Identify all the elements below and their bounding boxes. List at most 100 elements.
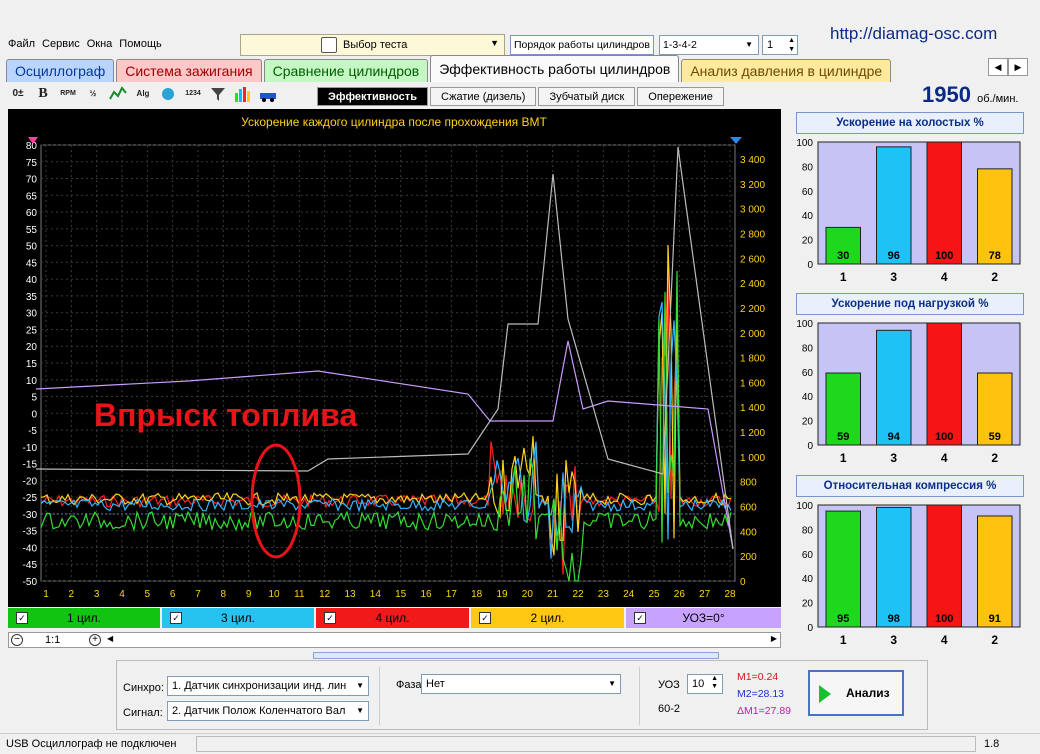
filter-icon[interactable] <box>208 84 228 104</box>
analyze-button[interactable]: Анализ <box>808 670 904 716</box>
menu-windows[interactable]: Окна <box>87 38 113 50</box>
right-axis-tick: 600 <box>740 503 757 514</box>
left-axis-tick: -20 <box>23 476 38 487</box>
channel-4-toggle[interactable]: ✓ 4 цил. <box>316 608 469 628</box>
left-axis-tick: -50 <box>23 577 38 588</box>
subtab-efficiency[interactable]: Эффективность <box>317 87 428 106</box>
ratio-icon[interactable]: ½ <box>83 84 103 104</box>
order-select[interactable]: 1-3-4-2 ▼ <box>659 35 759 55</box>
right-axis-tick: 1 600 <box>740 378 765 389</box>
spinner-arrows-icon[interactable]: ▲ ▼ <box>788 36 795 54</box>
left-axis-tick: -40 <box>23 543 38 554</box>
x-axis-tick: 12 <box>319 589 331 600</box>
x-axis-tick: 4 <box>119 589 125 600</box>
subtab-advance[interactable]: Опережение <box>637 87 724 106</box>
zoom-scroll-row: − 1:1 + ◀ ▶ <box>8 632 781 648</box>
engine-icon[interactable] <box>158 84 178 104</box>
status-bar: USB Осциллограф не подключен 1.8 <box>0 733 1040 754</box>
x-axis-tick: 20 <box>522 589 534 600</box>
channel-3-toggle[interactable]: ✓ 3 цил. <box>162 608 314 628</box>
bar-value: 30 <box>837 250 849 262</box>
checkbox-icon[interactable]: ✓ <box>16 612 28 624</box>
bar-axis-tick: 100 <box>796 501 813 512</box>
bar-axis-tick: 40 <box>802 392 814 403</box>
car-icon[interactable] <box>258 84 278 104</box>
spinner-value: 1 <box>767 39 774 51</box>
tab-cylinder-compare[interactable]: Сравнение цилиндров <box>263 59 429 82</box>
phase-label: Фаза <box>396 679 422 691</box>
efficiency-panel-2: Ускорение под нагрузкой % 100 80 60 40 20 0 59 1… <box>792 293 1028 471</box>
order-spinner[interactable]: 1 ▲ ▼ <box>762 35 798 55</box>
subtab-diesel[interactable]: Сжатие (дизель) <box>429 87 537 106</box>
x-axis-tick: 26 <box>674 589 686 600</box>
phase-select[interactable]: Нет ▼ <box>421 674 621 694</box>
alg-icon[interactable]: Alg <box>133 84 153 104</box>
menu-file[interactable]: Файл <box>8 38 35 50</box>
bar <box>926 322 962 446</box>
signal-select[interactable]: 2. Датчик Полож Коленчатого Вал ▼ <box>167 701 369 721</box>
x-axis-tick: 15 <box>395 589 407 600</box>
checkbox-icon[interactable]: ✓ <box>479 612 491 624</box>
right-marker-icon[interactable] <box>730 137 742 144</box>
bar-axis-tick: 0 <box>807 260 813 271</box>
uoz-spinner[interactable]: 10 ▲ ▼ <box>687 674 723 694</box>
subtab-gear[interactable]: Зубчатый диск <box>538 87 636 106</box>
tab-scroll-left-icon[interactable]: ◀ <box>988 58 1008 76</box>
rpm-icon[interactable]: RPM <box>58 84 78 104</box>
sync-label: Синхро: <box>123 682 164 694</box>
scroll-left-icon[interactable]: ◀ <box>107 634 113 643</box>
rpm-trace <box>35 146 734 550</box>
sync-select[interactable]: 1. Датчик синхронизации инд. лин ▼ <box>167 676 369 696</box>
zoom-in-icon[interactable]: + <box>89 634 101 646</box>
test-select[interactable]: Выбор теста ▼ <box>240 34 505 56</box>
x-axis-tick: 21 <box>547 589 559 600</box>
left-axis-tick: 20 <box>26 342 38 353</box>
bar-chart: 100 80 60 40 20 0 59 1 94 3 100 4 59 2 <box>796 319 1021 465</box>
checkbox-icon[interactable]: ✓ <box>324 612 336 624</box>
bar-value: 59 <box>837 431 849 443</box>
tab-pressure-analysis[interactable]: Анализ давления в цилиндре <box>681 59 892 82</box>
site-link[interactable]: http://diamag-osc.com <box>830 24 997 44</box>
checkbox-icon[interactable]: ✓ <box>170 612 182 624</box>
wave-icon[interactable] <box>108 84 128 104</box>
menu-help[interactable]: Помощь <box>119 38 162 50</box>
sort-1234-icon[interactable]: 1234 <box>183 84 203 104</box>
connection-status: USB Осциллограф не подключен <box>6 738 177 750</box>
left-axis-tick: 75 <box>26 158 38 169</box>
bar-value: 91 <box>989 613 1001 625</box>
checkbox-icon[interactable]: ✓ <box>634 612 646 624</box>
menu-service[interactable]: Сервис <box>42 38 80 50</box>
spinner-arrows-icon[interactable]: ▲ ▼ <box>711 675 718 691</box>
offset-icon[interactable]: 0± <box>8 84 28 104</box>
bar-category: 3 <box>890 270 897 284</box>
signal-value: 2. Датчик Полож Коленчатого Вал <box>172 705 346 717</box>
bar-axis-tick: 80 <box>802 343 814 354</box>
scroll-right-icon[interactable]: ▶ <box>771 634 777 643</box>
x-axis-tick: 10 <box>268 589 280 600</box>
bar-axis-tick: 20 <box>802 417 814 428</box>
uoz-toggle[interactable]: ✓ УОЗ=0° <box>626 608 781 628</box>
left-axis-tick: 30 <box>26 309 38 320</box>
x-axis-tick: 11 <box>294 589 305 600</box>
right-axis-tick: 2 200 <box>740 304 765 315</box>
splitter-handle[interactable] <box>313 652 719 659</box>
tab-cylinder-efficiency[interactable]: Эффективность работы цилиндров <box>430 55 680 82</box>
teeth-label: 60-2 <box>658 703 681 715</box>
chart-title: Ускорение каждого цилиндра после прохожд… <box>241 115 547 129</box>
bold-b-icon[interactable]: B <box>33 84 53 104</box>
bar-axis-tick: 20 <box>802 236 814 247</box>
channel-1-toggle[interactable]: ✓ 1 цил. <box>8 608 160 628</box>
phase-value: Нет <box>426 678 445 690</box>
zoom-out-icon[interactable]: − <box>11 634 23 646</box>
right-axis-tick: 2 000 <box>740 329 765 340</box>
oscillogram-chart[interactable]: Ускорение каждого цилиндра после прохожд… <box>8 109 781 607</box>
efficiency-panel-1: Ускорение на холостых % 100 80 60 40 20 0 30 1 96… <box>792 112 1028 290</box>
channel-2-toggle[interactable]: ✓ 2 цил. <box>471 608 624 628</box>
tab-oscilloscope[interactable]: Осциллограф <box>6 59 115 82</box>
bar-axis-tick: 20 <box>802 599 814 610</box>
tab-ignition[interactable]: Система зажигания <box>116 59 262 82</box>
tab-scroll: ◀ ▶ <box>988 58 1028 76</box>
x-axis-tick: 23 <box>598 589 610 600</box>
tab-scroll-right-icon[interactable]: ▶ <box>1008 58 1028 76</box>
bars-icon[interactable] <box>233 84 253 104</box>
